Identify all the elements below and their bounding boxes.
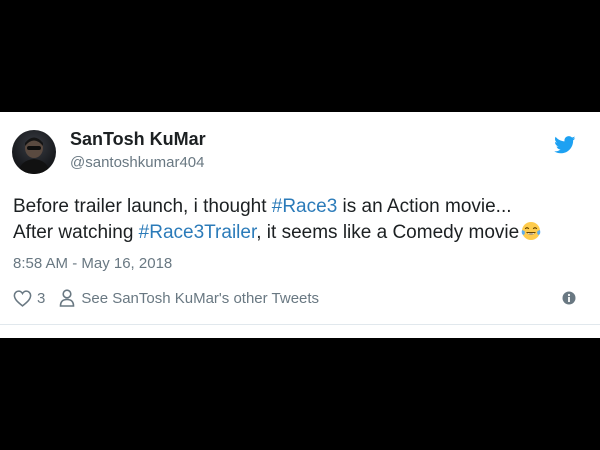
see-other-tweets-link[interactable]: See SanTosh KuMar's other Tweets (59, 289, 319, 307)
hashtag-link[interactable]: #Race3 (272, 196, 338, 217)
info-icon[interactable] (562, 291, 576, 305)
avatar[interactable] (12, 130, 56, 174)
user-handle[interactable]: @santoshkumar404 (70, 154, 204, 171)
tweet-text-segment: , it seems like a Comedy movie (256, 222, 520, 243)
tweet-actions: 3 See SanTosh KuMar's other Tweets (13, 288, 319, 308)
tweet-timestamp[interactable]: 8:58 AM - May 16, 2018 (13, 255, 172, 272)
hashtag-link[interactable]: #Race3Trailer (139, 222, 257, 243)
tweet-text-segment: Before trailer launch, i thought (13, 196, 272, 217)
embedded-tweet-card: SanTosh KuMar @santoshkumar404 Before tr… (0, 112, 600, 338)
tweet-line-2: After watching #Race3Trailer, it seems l… (13, 220, 588, 246)
card-bottom-divider (0, 324, 600, 325)
screenshot-frame: SanTosh KuMar @santoshkumar404 Before tr… (0, 0, 600, 450)
twitter-bird-icon[interactable] (554, 136, 576, 154)
tears-of-joy-emoji-icon (521, 222, 541, 240)
tweet-text-segment: is an Action movie... (337, 196, 512, 217)
display-name[interactable]: SanTosh KuMar (70, 129, 206, 150)
see-other-tweets-label: See SanTosh KuMar's other Tweets (81, 289, 320, 307)
like-count: 3 (37, 289, 46, 307)
like-button[interactable]: 3 (13, 290, 45, 307)
heart-icon (13, 289, 32, 307)
tweet-text: Before trailer launch, i thought #Race3 … (13, 194, 588, 246)
person-icon (60, 289, 75, 307)
tweet-line-1: Before trailer launch, i thought #Race3 … (13, 194, 588, 220)
tweet-text-segment: After watching (13, 222, 139, 243)
